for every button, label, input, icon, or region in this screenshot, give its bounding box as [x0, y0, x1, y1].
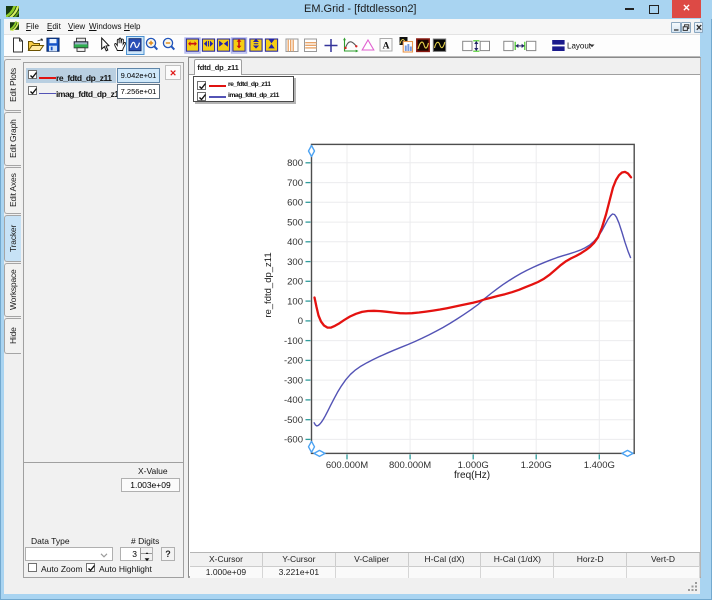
svg-text:-100: -100 [284, 336, 303, 347]
svg-text:-600: -600 [284, 435, 303, 446]
svg-text:300: 300 [287, 257, 303, 268]
svg-text:100: 100 [287, 296, 303, 307]
svg-text:Layout: Layout [567, 42, 592, 51]
svg-text:-400: -400 [284, 395, 303, 406]
svg-text:A: A [383, 42, 390, 52]
svg-text:re_fdtd_dp_z11: re_fdtd_dp_z11 [263, 252, 274, 317]
svg-text:1.200G: 1.200G [521, 460, 552, 471]
svg-text:600.000M: 600.000M [326, 460, 368, 471]
svg-text:-200: -200 [284, 356, 303, 367]
svg-text:800.000M: 800.000M [389, 460, 431, 471]
svg-text:200: 200 [287, 277, 303, 288]
svg-text:600: 600 [287, 198, 303, 209]
svg-text:-300: -300 [284, 375, 303, 386]
svg-text:800: 800 [287, 158, 303, 169]
svg-text:0: 0 [298, 316, 303, 327]
svg-text:400: 400 [287, 237, 303, 248]
svg-text:700: 700 [287, 178, 303, 189]
svg-text:freq(Hz): freq(Hz) [454, 470, 490, 481]
svg-text:1.400G: 1.400G [584, 460, 615, 471]
svg-text:-500: -500 [284, 415, 303, 426]
svg-text:500: 500 [287, 217, 303, 228]
